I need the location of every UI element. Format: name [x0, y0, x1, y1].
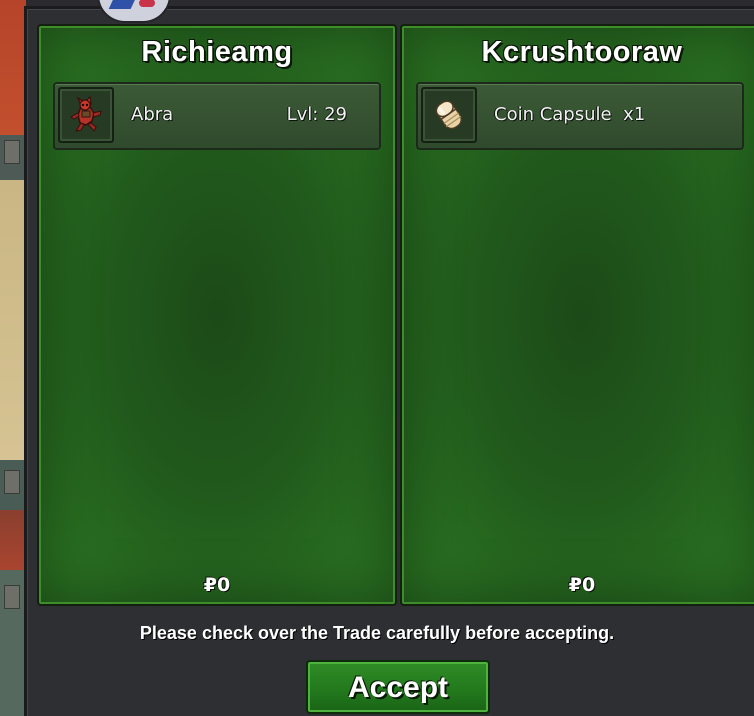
item-slot — [58, 87, 114, 143]
game-world-background — [0, 0, 26, 716]
world-post — [4, 140, 20, 164]
money-amount-left: ₽0 — [203, 574, 231, 596]
player-name-left: Richieamg — [141, 36, 293, 68]
world-post — [4, 585, 20, 609]
item-level-left: Lvl: 29 — [286, 104, 347, 125]
coin-capsule-icon — [435, 100, 463, 130]
trade-item-row-right[interactable]: Coin Capsule x1 — [416, 82, 744, 150]
accept-button[interactable]: Accept — [306, 660, 490, 714]
item-name-left: Abra — [131, 104, 174, 125]
item-slot — [421, 87, 477, 143]
trade-item-row-left[interactable]: Abra Lvl: 29 — [53, 82, 381, 150]
abra-sprite-icon — [70, 95, 102, 132]
item-name-right: Coin Capsule x1 — [494, 104, 646, 125]
money-amount-right: ₽0 — [568, 574, 596, 596]
trade-panel-right: Kcrushtooraw Coin Capsule x1 ₽0 — [400, 24, 754, 606]
player-name-right: Kcrushtooraw — [481, 36, 683, 68]
trade-notice-text: Please check over the Trade carefully be… — [139, 623, 615, 643]
game-screen: Richieamg Abra Lvl: 29 ₽0 Kcrushtooraw C… — [0, 0, 754, 716]
world-post — [4, 470, 20, 494]
pokeball-badge-icon — [97, 0, 171, 23]
trade-panel-left: Richieamg Abra Lvl: 29 ₽0 — [37, 24, 397, 606]
